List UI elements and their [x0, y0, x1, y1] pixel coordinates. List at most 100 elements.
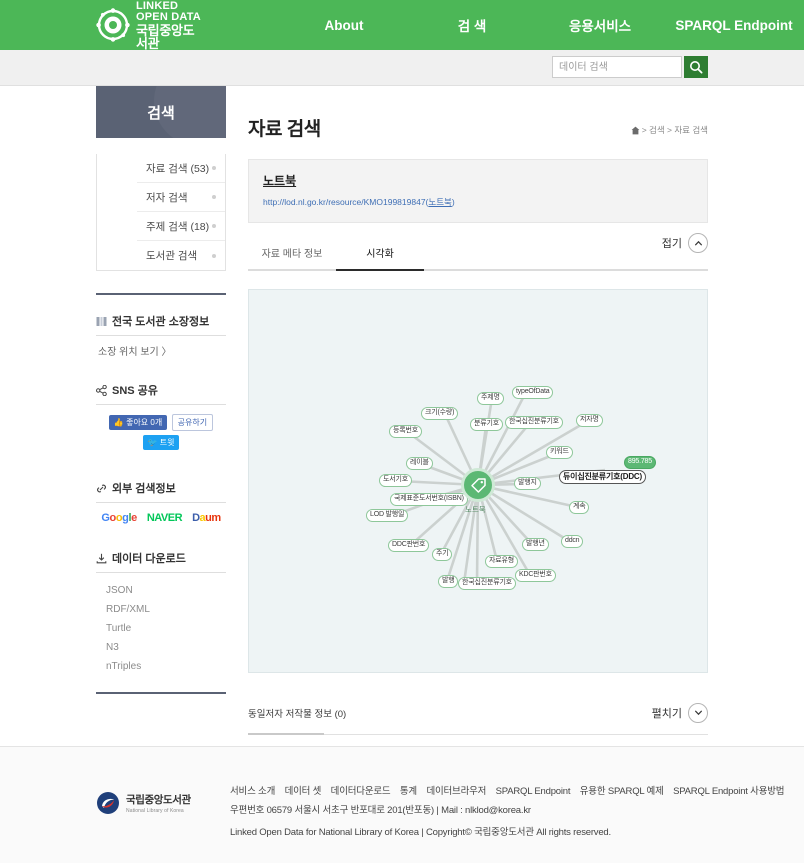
tag-icon [470, 477, 486, 493]
sidebar-divider-top [96, 293, 226, 295]
sidebar-item-subject-search[interactable]: 주제 검색 (18) [137, 212, 225, 241]
graph-node-ddcn[interactable]: ddcn [561, 535, 584, 548]
graph-node-isbn[interactable]: 국제표준도서번호(ISBN) [390, 493, 468, 506]
search-icon [690, 61, 703, 74]
facebook-like-label: 좋아요 0개 [126, 418, 163, 428]
graph-center-node[interactable] [461, 468, 495, 502]
link-icon [97, 484, 106, 493]
graph-node-author-name[interactable]: 저자명 [576, 414, 603, 427]
bullet-icon [212, 195, 216, 199]
graph-node-material-type[interactable]: 자료유형 [485, 555, 518, 568]
external-engines: Google NAVER Daum [96, 502, 226, 528]
resource-url[interactable]: http://lod.nl.go.kr/resource/KMO19981984… [263, 196, 693, 208]
footer-link-statistics[interactable]: 통계 [400, 786, 417, 797]
holdings-section: 전국 도서관 소장정보 소장 위치 보기 〉 [96, 313, 226, 358]
chevron-up-icon [688, 233, 708, 253]
graph-node-registration-number[interactable]: 등록번호 [389, 425, 422, 438]
download-section: 데이터 다운로드 JSON RDF/XML Turtle N3 nTriples [96, 550, 226, 676]
graph-node-ddc-edition[interactable]: DDC판번호 [388, 539, 430, 552]
naver-link[interactable]: NAVER [147, 512, 183, 524]
graph-node-typeofdata[interactable]: typeOfData [512, 386, 554, 399]
graph-node-kdc-top[interactable]: 한국십진분류기호 [505, 416, 563, 429]
site-logo[interactable]: LINKED OPEN DATA 국립중앙도서관 [96, 0, 202, 51]
nav-item-search[interactable]: 검 색 [408, 15, 536, 35]
accordion-expand-control[interactable]: 펼치기 [652, 702, 708, 723]
footer-link-service-intro[interactable]: 서비스 소개 [230, 786, 275, 797]
graph-node-publication-place[interactable]: 발행지 [514, 477, 541, 490]
external-title-row: 외부 검색정보 [96, 480, 226, 496]
download-format-list: JSON RDF/XML Turtle N3 nTriples [96, 572, 226, 676]
bullet-icon [212, 253, 216, 258]
footer-link-sparql-endpoint[interactable]: SPARQL Endpoint [496, 786, 571, 797]
download-ntriples[interactable]: nTriples [106, 657, 226, 676]
visualization-graph[interactable]: 주제명 typeOfData 크기(수량) 분류기호 한국십진분류기호 저자명 … [248, 289, 708, 673]
sidebar-item-material-search[interactable]: 자료 검색 (53) [137, 154, 225, 183]
site-header: LINKED OPEN DATA 국립중앙도서관 About 검 색 응용서비스… [0, 0, 804, 50]
download-title: 데이터 다운로드 [112, 553, 186, 566]
graph-node-publication-year[interactable]: 발행년 [522, 538, 549, 551]
graph-node-note[interactable]: 주기 [432, 548, 453, 561]
graph-node-size[interactable]: 크기(수량) [421, 407, 459, 420]
nav-item-about[interactable]: About [280, 18, 408, 33]
sidebar-item-library-search[interactable]: 도서관 검색 [137, 241, 225, 270]
accordion-same-author[interactable]: 동일저자 저작물 정보 (0) 펼치기 [248, 691, 708, 735]
nav-item-apps[interactable]: 응용서비스 [536, 15, 664, 35]
graph-node-continuation[interactable]: 계속 [569, 501, 590, 514]
graph-center-caption: 노트북 [465, 505, 486, 514]
logo-text: LINKED OPEN DATA 국립중앙도서관 [136, 0, 202, 51]
tab-metadata[interactable]: 자료 메타 정보 [248, 245, 336, 271]
sidebar-item-label: 자료 검색 (53) [146, 162, 210, 175]
download-icon [96, 553, 107, 564]
footer-logo-text: 국립중앙도서관 National Library of Korea [126, 792, 191, 814]
footer-copyright: Linked Open Data for National Library of… [230, 827, 611, 838]
footer-link-sparql-examples[interactable]: 유용한 SPARQL 예제 [580, 786, 664, 797]
footer-link-data-download[interactable]: 데이터다운로드 [331, 786, 391, 797]
holdings-title: 전국 도서관 소장정보 [112, 316, 210, 328]
search-submit-button[interactable] [684, 56, 708, 78]
graph-node-ddc-value[interactable]: 895.785 [624, 456, 656, 469]
logo-line1: LINKED OPEN DATA [136, 0, 201, 23]
thumbs-up-icon: 👍 [113, 418, 124, 428]
facebook-like-button[interactable]: 👍 좋아요 0개 [108, 415, 168, 431]
download-json[interactable]: JSON [106, 581, 226, 600]
tab-visualization[interactable]: 시각화 [336, 245, 424, 271]
graph-node-book-symbol[interactable]: 도서기호 [379, 474, 412, 487]
main-nav: About 검 색 응용서비스 SPARQL Endpoint [280, 15, 804, 35]
graph-node-ddc-label[interactable]: 듀이십진분류기호(DDC) [559, 470, 646, 484]
holdings-link[interactable]: 소장 위치 보기 〉 [96, 335, 226, 358]
footer-logo-name: 국립중앙도서관 [126, 794, 191, 806]
holdings-title-row: 전국 도서관 소장정보 [96, 313, 226, 329]
daum-link[interactable]: Daum [192, 512, 221, 524]
graph-node-label[interactable]: 레이블 [406, 457, 433, 470]
logo-line2: 국립중앙도서관 [136, 22, 195, 51]
sidebar-item-author-search[interactable]: 저자 검색 [137, 183, 225, 212]
twitter-tweet-button[interactable]: 🐦 트윗 [142, 435, 180, 450]
page-root: LINKED OPEN DATA 국립중앙도서관 About 검 색 응용서비스… [0, 0, 804, 863]
footer-link-data-browser[interactable]: 데이터브라우저 [426, 786, 486, 797]
twitter-icon: 🐦 [147, 438, 158, 447]
collapse-toggle[interactable]: 접기 [662, 233, 708, 253]
search-input[interactable] [552, 56, 682, 78]
graph-node-kdc-bottom[interactable]: 한국십진분류기호 [458, 577, 516, 590]
footer-link-sparql-howto[interactable]: SPARQL Endpoint 사용방법 [673, 786, 784, 797]
sidebar: 검색 자료 검색 (53) 저자 검색 주제 검색 (18) 도서관 검색 전국… [96, 86, 226, 695]
nav-item-sparql[interactable]: SPARQL Endpoint [664, 18, 804, 33]
download-rdfxml[interactable]: RDF/XML [106, 600, 226, 619]
footer-link-dataset[interactable]: 데이터 셋 [285, 786, 322, 797]
sidebar-menu: 자료 검색 (53) 저자 검색 주제 검색 (18) 도서관 검색 [96, 154, 226, 271]
resource-panel: 노트북 http://lod.nl.go.kr/resource/KMO1998… [248, 159, 708, 223]
graph-node-keyword[interactable]: 키워드 [546, 446, 573, 459]
google-link[interactable]: Google [101, 512, 137, 524]
graph-node-publication[interactable]: 발행 [438, 575, 459, 588]
graph-node-lod-publish-date[interactable]: LOD 발행일 [366, 509, 409, 522]
graph-node-kdc-edition[interactable]: KDC판번호 [515, 569, 556, 582]
graph-node-classification-symbol[interactable]: 분류기호 [470, 418, 503, 431]
graph-node-subject-name[interactable]: 주제명 [477, 392, 504, 405]
facebook-share-button[interactable]: 공유하기 [171, 414, 214, 432]
sns-buttons: 👍 좋아요 0개 공유하기 🐦 트윗 [96, 404, 226, 460]
download-n3[interactable]: N3 [106, 638, 226, 657]
download-turtle[interactable]: Turtle [106, 619, 226, 638]
